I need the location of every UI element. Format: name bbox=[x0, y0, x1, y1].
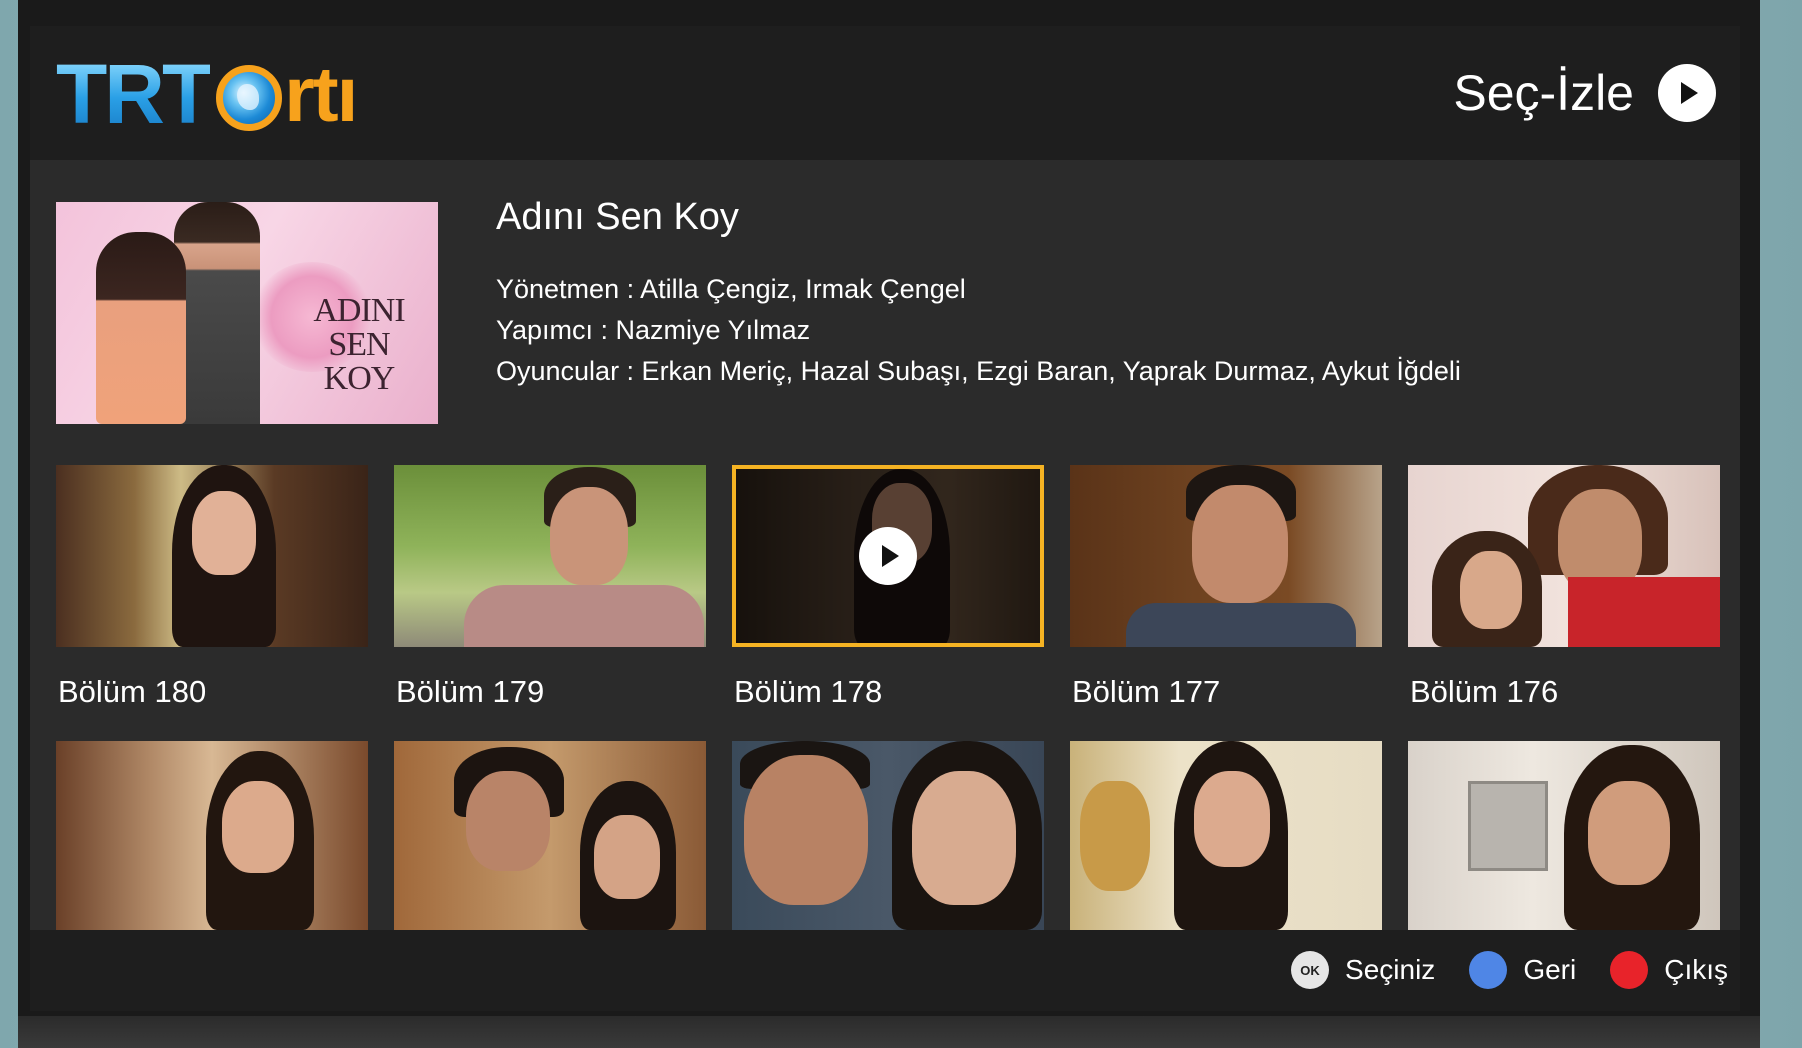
episode-tile[interactable] bbox=[732, 741, 1044, 930]
logo-arti-text: rtı bbox=[284, 50, 358, 138]
episode-label: Bölüm 179 bbox=[396, 674, 545, 709]
episode-tile[interactable] bbox=[394, 465, 706, 647]
producer-line: Yapımcı : Nazmiye Yılmaz bbox=[496, 315, 811, 345]
remote-hints: OK Seçiniz Geri Çıkış bbox=[1257, 948, 1728, 992]
globe-icon bbox=[216, 65, 283, 131]
hint-back[interactable]: Geri bbox=[1469, 951, 1576, 989]
show-title: Adını Sen Koy bbox=[496, 196, 739, 238]
sec-izle-label: Seç-İzle bbox=[1453, 65, 1634, 121]
episode-label: Bölüm 177 bbox=[1072, 674, 1221, 709]
poster-title-art: ADINI SEN KOY bbox=[313, 292, 405, 397]
tv-bottom-edge bbox=[18, 1016, 1760, 1048]
episode-label: Bölüm 176 bbox=[1410, 674, 1559, 709]
show-poster: ADINI SEN KOY bbox=[56, 202, 438, 424]
episode-tile[interactable] bbox=[1070, 741, 1382, 930]
episode-tile[interactable] bbox=[56, 465, 368, 647]
red-button-icon bbox=[1610, 951, 1649, 989]
play-icon bbox=[859, 527, 917, 585]
director-line: Yönetmen : Atilla Çengiz, Irmak Çengel bbox=[496, 274, 966, 304]
episode-tile[interactable] bbox=[1070, 465, 1382, 647]
poster-man-figure bbox=[174, 202, 260, 424]
episode-tile[interactable] bbox=[56, 741, 368, 930]
ok-button-icon: OK bbox=[1291, 951, 1330, 989]
blue-button-icon bbox=[1469, 951, 1508, 989]
select-label: Seçiniz bbox=[1345, 954, 1436, 985]
trt-arti-logo: TRT rtı bbox=[56, 47, 358, 141]
poster-woman-figure bbox=[96, 232, 186, 424]
episode-tile-focused[interactable] bbox=[732, 465, 1044, 647]
header-bar: TRT rtı Seç-İzle bbox=[30, 26, 1740, 160]
back-label: Geri bbox=[1523, 954, 1577, 985]
episode-label: Bölüm 180 bbox=[58, 674, 207, 709]
episode-tile[interactable] bbox=[1408, 465, 1720, 647]
play-icon bbox=[1658, 64, 1716, 122]
cast-line: Oyuncular : Erkan Meriç, Hazal Subaşı, E… bbox=[496, 356, 1461, 386]
footer-bar: OK Seçiniz Geri Çıkış bbox=[30, 930, 1740, 1011]
exit-label: Çıkış bbox=[1664, 954, 1728, 985]
logo-trt-text: TRT bbox=[56, 47, 213, 141]
episode-tile[interactable] bbox=[1408, 741, 1720, 930]
hint-exit[interactable]: Çıkış bbox=[1610, 951, 1728, 989]
sec-izle-button[interactable]: Seç-İzle bbox=[1453, 50, 1716, 136]
tv-screen: TRT rtı Seç-İzle ADINI SEN KOY Adını Sen… bbox=[30, 26, 1740, 1011]
episode-tile[interactable] bbox=[394, 741, 706, 930]
episode-label: Bölüm 178 bbox=[734, 674, 883, 709]
hint-select[interactable]: OK Seçiniz bbox=[1291, 951, 1435, 989]
